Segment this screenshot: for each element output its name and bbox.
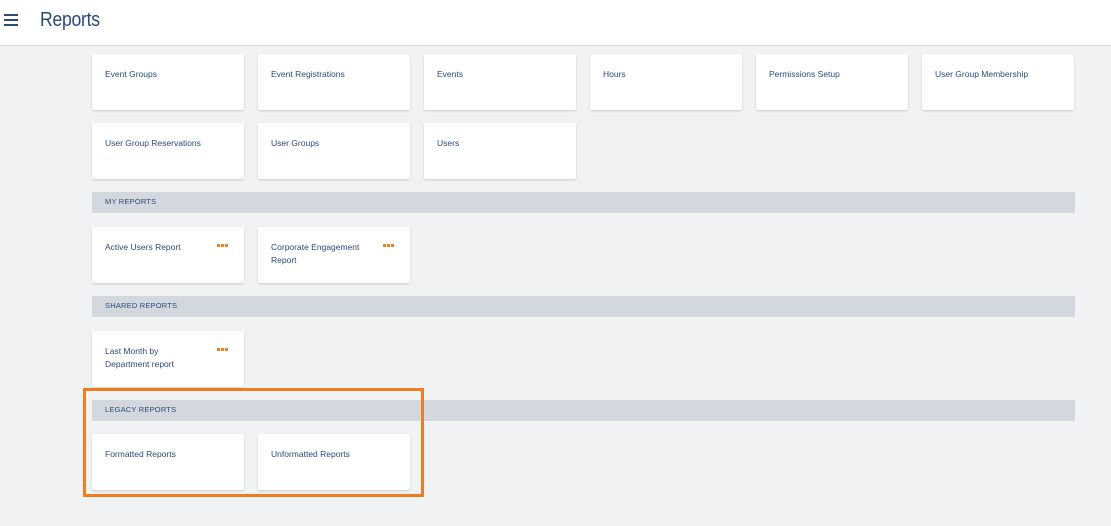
tile-corporate-engagement-report[interactable]: Corporate Engagement Report [258, 227, 410, 283]
tile-user-group-reservations[interactable]: User Group Reservations [92, 123, 244, 179]
page-title: Reports [40, 9, 100, 31]
tile-label: Unformatted Reports [271, 449, 350, 459]
tile-label: Hours [603, 69, 626, 79]
tile-label: Last Month by Department report [105, 346, 174, 369]
tile-event-registrations[interactable]: Event Registrations [258, 54, 410, 110]
tile-unformatted-reports[interactable]: Unformatted Reports [258, 434, 410, 490]
section-shared-reports: SHARED REPORTS [92, 296, 1075, 317]
tile-label: User Group Reservations [105, 138, 201, 148]
tile-label: Formatted Reports [105, 449, 176, 459]
tile-label: Event Registrations [271, 69, 345, 79]
tile-user-group-membership[interactable]: User Group Membership [922, 54, 1074, 110]
tile-label: User Groups [271, 138, 320, 148]
tile-user-groups[interactable]: User Groups [258, 123, 410, 179]
tile-event-groups[interactable]: Event Groups [92, 54, 244, 110]
more-options-icon[interactable] [217, 244, 229, 248]
section-my-reports: MY REPORTS [92, 192, 1075, 213]
tile-permissions-setup[interactable]: Permissions Setup [756, 54, 908, 110]
tile-label: Users [437, 138, 460, 148]
more-options-icon[interactable] [383, 244, 395, 248]
tile-hours[interactable]: Hours [590, 54, 742, 110]
tile-label: Permissions Setup [769, 69, 840, 79]
hamburger-icon[interactable] [4, 14, 18, 26]
tile-label: Corporate Engagement Report [271, 242, 360, 265]
tile-label: Event Groups [105, 69, 157, 79]
tile-label: Events [437, 69, 463, 79]
top-bar: Reports [0, 0, 1111, 46]
tile-label: Active Users Report [105, 242, 181, 252]
tile-active-users-report[interactable]: Active Users Report [92, 227, 244, 283]
tile-label: User Group Membership [935, 69, 1029, 79]
tile-users[interactable]: Users [424, 123, 576, 179]
section-legacy-reports: LEGACY REPORTS [92, 400, 1075, 421]
section-title: LEGACY REPORTS [105, 405, 177, 414]
tile-formatted-reports[interactable]: Formatted Reports [92, 434, 244, 490]
more-options-icon[interactable] [217, 348, 229, 352]
tile-events[interactable]: Events [424, 54, 576, 110]
section-title: SHARED REPORTS [105, 301, 178, 310]
section-title: MY REPORTS [105, 197, 157, 206]
tile-last-month-by-department-report[interactable]: Last Month by Department report [92, 331, 244, 387]
